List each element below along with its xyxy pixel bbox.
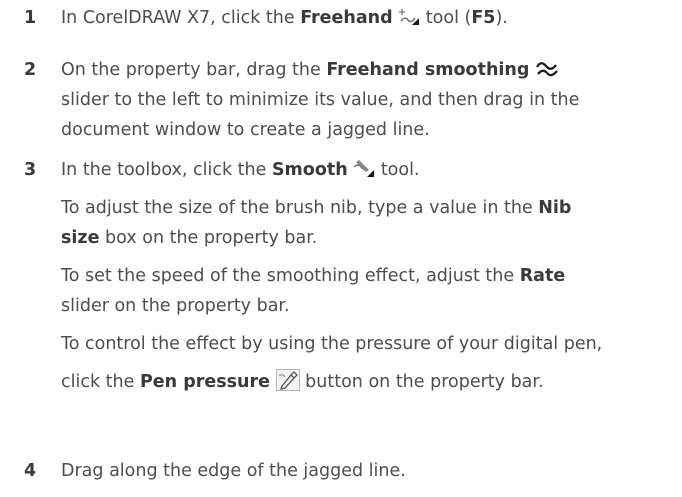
tip-text: To set the speed of the smoothing effect… <box>61 266 520 286</box>
step-number: 3 <box>24 160 37 180</box>
step-2-line-2: slider to the left to minimize its value… <box>61 85 579 115</box>
step-text: On the property bar, drag the <box>61 60 327 80</box>
step-text: document window to create a jagged line. <box>61 120 430 140</box>
tip-rate-line-1: To set the speed of the smoothing effect… <box>61 261 565 291</box>
step-number: 4 <box>24 461 37 481</box>
tip-pen-line-1: To control the effect by using the press… <box>61 329 602 359</box>
tip-text: box on the property bar. <box>99 228 318 248</box>
step-text: In CorelDRAW X7, click the <box>61 8 301 28</box>
step-1-line-1: In CorelDRAW X7, click the Freehand tool… <box>61 3 508 33</box>
step-text: tool. <box>375 160 420 180</box>
tip-text: click the <box>61 372 140 392</box>
procedure-page: { "steps": [ { "number": "1", "lines": [… <box>0 0 682 497</box>
control-name-freehand-smoothing: Freehand smoothing <box>326 60 530 80</box>
control-name-nib-size: size <box>61 228 100 248</box>
tip-text: button on the property bar. <box>305 372 544 392</box>
step-text: Drag along the edge of the jagged line. <box>61 461 406 481</box>
tip-pen-line-2: click the Pen pressure button on the pro… <box>61 367 544 397</box>
step-text: tool ( <box>420 8 472 28</box>
tip-text: To adjust the size of the brush nib, typ… <box>61 198 539 218</box>
smooth-tool-icon <box>353 158 375 178</box>
tip-text: To control the effect by using the press… <box>61 334 603 354</box>
freehand-tool-icon <box>398 6 420 26</box>
tool-name-freehand: Freehand <box>300 8 393 28</box>
shortcut-key: F5 <box>471 8 496 28</box>
tip-text: slider on the property bar. <box>61 296 290 316</box>
step-3-line-1: In the toolbox, click the Smooth tool. <box>61 155 420 185</box>
step-number: 2 <box>24 60 37 80</box>
control-name-rate: Rate <box>519 266 566 286</box>
step-4-line-1: Drag along the edge of the jagged line. <box>61 456 406 486</box>
step-2-line-1: On the property bar, drag the Freehand s… <box>61 55 559 85</box>
step-text: In the toolbox, click the <box>61 160 272 180</box>
step-2-line-3: document window to create a jagged line. <box>61 115 430 145</box>
step-text: ). <box>495 8 508 28</box>
control-name-pen-pressure: Pen pressure <box>139 372 271 392</box>
tip-rate-line-2: slider on the property bar. <box>61 291 290 321</box>
tool-name-smooth: Smooth <box>271 160 348 180</box>
step-text: slider to the left to minimize its value… <box>61 90 580 110</box>
step-number: 1 <box>24 8 37 28</box>
tip-nib-line-2: size box on the property bar. <box>61 223 317 253</box>
pen-pressure-icon <box>275 369 300 391</box>
tip-nib-line-1: To adjust the size of the brush nib, typ… <box>61 193 571 223</box>
control-name-nib-size: Nib <box>538 198 572 218</box>
freehand-smoothing-icon <box>535 58 559 78</box>
